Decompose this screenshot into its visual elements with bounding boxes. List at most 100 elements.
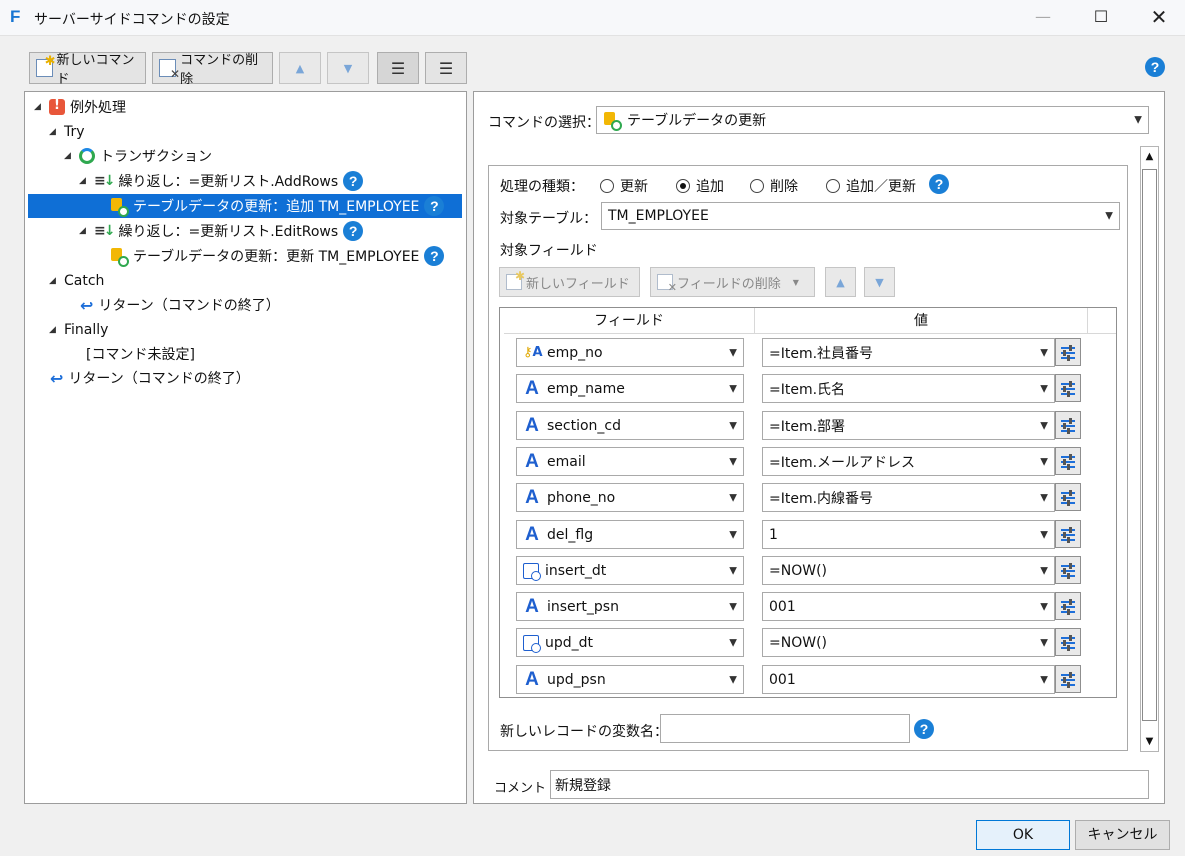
field-name-dropdown[interactable]: Adel_flg ▼ (516, 520, 744, 549)
tree-item-label: リターン（コマンドの終了） (98, 298, 280, 314)
field-name-dropdown[interactable]: Asection_cd ▼ (516, 411, 744, 440)
tree-item-catch[interactable]: ◢ Catch (49, 269, 104, 293)
tree-item-transaction[interactable]: ◢ トランザクション (64, 144, 212, 168)
field-name-dropdown[interactable]: Aphone_no ▼ (516, 483, 744, 512)
field-value-dropdown[interactable]: =Item.内線番号 ▼ (762, 483, 1055, 512)
tree-item-return-catch[interactable]: ↩ リターン（コマンドの終了） (80, 293, 280, 317)
chevron-down-icon: ▼ (729, 383, 737, 394)
field-value-dropdown[interactable]: 1 ▼ (762, 520, 1055, 549)
tree-item-finally[interactable]: ◢ Finally (49, 318, 108, 342)
vertical-scrollbar[interactable]: ▲ ▼ (1140, 146, 1159, 752)
radio-delete[interactable]: 削除 (750, 176, 798, 196)
help-icon[interactable]: ? (929, 174, 949, 194)
tree-item-update-add[interactable]: テーブルデータの更新：追加 TM_EMPLOYEE ? (28, 194, 462, 218)
value-settings-button[interactable] (1055, 338, 1081, 366)
value-settings-button[interactable] (1055, 592, 1081, 620)
field-value-dropdown[interactable]: =Item.メールアドレス ▼ (762, 447, 1055, 476)
cancel-button[interactable]: キャンセル (1075, 820, 1170, 850)
ok-button[interactable]: OK (976, 820, 1070, 850)
field-value-dropdown[interactable]: =Item.氏名 ▼ (762, 374, 1055, 403)
value-settings-button[interactable] (1055, 374, 1081, 402)
new-command-icon: ✱ (36, 54, 56, 77)
tree-item-return[interactable]: ↩ リターン（コマンドの終了） (50, 366, 250, 390)
chevron-down-icon: ▼ (729, 492, 737, 503)
chevron-down-icon[interactable]: ▼ (793, 278, 799, 287)
scroll-up-icon[interactable]: ▲ (1141, 147, 1158, 166)
field-name-dropdown[interactable]: upd_dt ▼ (516, 628, 744, 657)
field-name-dropdown[interactable]: Ainsert_psn ▼ (516, 592, 744, 621)
value-settings-button[interactable] (1055, 483, 1081, 511)
expand-icon[interactable]: ◢ (34, 102, 44, 112)
target-table-dropdown[interactable]: TM_EMPLOYEE ▼ (601, 202, 1120, 230)
field-value-dropdown[interactable]: =NOW() ▼ (762, 628, 1055, 657)
expand-icon[interactable]: ◢ (49, 127, 59, 137)
help-icon[interactable]: ? (424, 196, 445, 216)
field-value-dropdown[interactable]: =Item.社員番号 ▼ (762, 338, 1055, 367)
comment-input[interactable]: 新規登録 (550, 770, 1149, 799)
field-name-dropdown[interactable]: insert_dt ▼ (516, 556, 744, 585)
scroll-thumb[interactable] (1142, 169, 1157, 721)
expand-all-button[interactable]: ☰ (377, 52, 419, 84)
expand-icon[interactable]: ◢ (49, 276, 59, 286)
field-value-dropdown[interactable]: =NOW() ▼ (762, 556, 1055, 585)
tree-item-label: [コマンド未設定] (86, 347, 195, 363)
value-settings-button[interactable] (1055, 556, 1081, 584)
text-icon: A (525, 523, 539, 545)
help-icon[interactable]: ? (343, 221, 364, 241)
radio-add-or-update[interactable]: 追加／更新 (826, 176, 916, 196)
field-value-dropdown[interactable]: 001 ▼ (762, 592, 1055, 621)
target-table-label: 対象テーブル： (500, 211, 598, 227)
command-select-dropdown[interactable]: テーブルデータの更新 ▼ (596, 106, 1149, 134)
new-field-label: 新しいフィールド (526, 276, 630, 292)
value-settings-button[interactable] (1055, 665, 1081, 693)
radio-label: 更新 (620, 179, 648, 195)
column-header-blank (1088, 308, 1116, 334)
value-settings-button[interactable] (1055, 411, 1081, 439)
field-move-down-button[interactable]: ▼ (864, 267, 895, 297)
comment-label: コメント (494, 781, 547, 796)
field-value-dropdown[interactable]: 001 ▼ (762, 665, 1055, 694)
expand-icon[interactable]: ◢ (64, 151, 74, 161)
tree-item-update-edit[interactable]: テーブルデータの更新：更新 TM_EMPLOYEE ? (110, 244, 445, 268)
new-record-var-input[interactable] (660, 714, 910, 743)
new-field-button[interactable]: ✱ 新しいフィールド (499, 267, 640, 297)
tree-item-unset[interactable]: [コマンド未設定] (86, 342, 195, 366)
maximize-button[interactable]: ☐ (1078, 0, 1124, 34)
minimize-button[interactable]: — (1020, 0, 1066, 34)
help-icon[interactable]: ? (914, 719, 934, 739)
tree-item-exception[interactable]: ◢ 例外処理 (34, 95, 126, 119)
field-name-value: phone_no (547, 489, 616, 506)
close-button[interactable]: ✕ (1136, 0, 1182, 34)
help-icon[interactable]: ? (1145, 57, 1165, 77)
field-name-dropdown[interactable]: ⚷A emp_no ▼ (516, 338, 744, 367)
field-name-dropdown[interactable]: Aemail ▼ (516, 447, 744, 476)
tree-item-try[interactable]: ◢ Try (49, 120, 85, 144)
expand-icon[interactable]: ◢ (49, 325, 59, 335)
move-down-button[interactable]: ▼ (327, 52, 369, 84)
help-icon[interactable]: ? (424, 246, 445, 266)
tree-item-label: 繰り返し：=更新リスト.AddRows (118, 174, 339, 190)
field-name-dropdown[interactable]: Aemp_name ▼ (516, 374, 744, 403)
tree-item-loop-editrows[interactable]: ◢ ≡↓ 繰り返し：=更新リスト.EditRows ? (79, 219, 364, 243)
radio-add[interactable]: 追加 (676, 176, 724, 196)
radio-update[interactable]: 更新 (600, 176, 648, 196)
delete-field-button[interactable]: ✕ フィールドの削除 ▼ (650, 267, 815, 297)
chevron-down-icon: ▼ (1040, 420, 1048, 431)
move-up-button[interactable]: ▲ (279, 52, 321, 84)
tree-item-loop-addrows[interactable]: ◢ ≡↓ 繰り返し：=更新リスト.AddRows ? (79, 169, 364, 193)
field-value-dropdown[interactable]: =Item.部署 ▼ (762, 411, 1055, 440)
list-indent-icon: ☰ (390, 58, 406, 78)
expand-icon[interactable]: ◢ (79, 226, 89, 236)
value-settings-button[interactable] (1055, 628, 1081, 656)
field-name-dropdown[interactable]: Aupd_psn ▼ (516, 665, 744, 694)
field-move-up-button[interactable]: ▲ (825, 267, 856, 297)
collapse-all-button[interactable]: ☰ (425, 52, 467, 84)
new-command-button[interactable]: ✱ 新しいコマンド (29, 52, 146, 87)
chevron-down-icon: ▼ (1040, 492, 1048, 503)
expand-icon[interactable]: ◢ (79, 176, 89, 186)
help-icon[interactable]: ? (343, 171, 364, 191)
delete-command-button[interactable]: ✕ コマンドの削除 (152, 52, 273, 87)
scroll-down-icon[interactable]: ▼ (1141, 732, 1158, 751)
value-settings-button[interactable] (1055, 520, 1081, 548)
value-settings-button[interactable] (1055, 447, 1081, 475)
